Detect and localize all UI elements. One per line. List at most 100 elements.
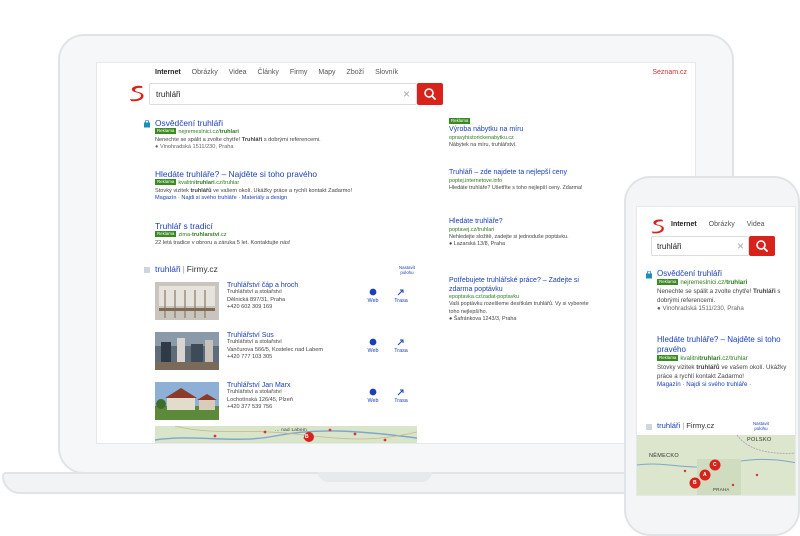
- result-title[interactable]: Hledáte truhláře? – Najděte si toho prav…: [657, 335, 793, 355]
- result-url[interactable]: nejremeslnici.cz/truhlari: [680, 279, 747, 286]
- map-place-label: ... nad Labem: [275, 427, 307, 432]
- ad-address: ● Lazarská 13/8, Praha: [449, 241, 506, 247]
- firmy-section-title[interactable]: truhláři | Firmy.cz: [155, 264, 218, 274]
- ad-badge: Reklama: [449, 118, 471, 124]
- side-ad: Hledáte truhláře? poptavej.cz/truhlari N…: [449, 218, 594, 248]
- nav-internet[interactable]: Internet: [671, 221, 697, 228]
- route-button[interactable]: Trasa: [389, 338, 413, 354]
- seznam-logo-icon[interactable]: [127, 83, 147, 103]
- search-icon: [756, 240, 768, 252]
- side-ad: Truhláři – zde najdete ta nejlepší ceny …: [449, 169, 594, 192]
- ad-title[interactable]: Truhláři – zde najdete ta nejlepší ceny: [449, 169, 594, 178]
- firmy-icon: [144, 267, 150, 273]
- result-url[interactable]: zima-truhlarstvi.cz: [178, 232, 226, 238]
- result-description: 22 letá tradice v obroru a záruka 5 let.…: [155, 239, 291, 246]
- web-button[interactable]: Web: [361, 288, 385, 304]
- business-category: Truhlářství a stolařství: [227, 339, 282, 346]
- nav-videa[interactable]: Videa: [747, 221, 765, 228]
- search-result: Osvědčení truhláři Reklama nejremeslnici.…: [657, 269, 793, 314]
- result-title[interactable]: Osvědčení truhláři: [657, 269, 793, 279]
- ad-url[interactable]: poptej.internetove.info: [449, 178, 594, 185]
- business-address: Vančurova 566/5, Kostelec nad Labem: [227, 346, 323, 353]
- firmy-icon: [646, 424, 652, 430]
- ad-url[interactable]: opravyhistorickenabytku.cz: [449, 135, 594, 142]
- result-url[interactable]: kvalitnitruhlari.cz/truhlar: [680, 355, 747, 362]
- business-category: Truhlářství a stolařství: [227, 289, 282, 296]
- result-url[interactable]: nejremeslnici.cz/truhlari: [178, 129, 239, 135]
- result-title[interactable]: Hledáte truhláře? – Najděte si toho prav…: [155, 169, 425, 179]
- business-photo[interactable]: [155, 332, 219, 370]
- globe-icon: [369, 388, 377, 396]
- web-button[interactable]: Web: [361, 338, 385, 354]
- ad-title[interactable]: Hledáte truhláře?: [449, 218, 594, 227]
- map-city-label: PRAHA: [713, 487, 730, 492]
- ad-title[interactable]: Výroba nábytku na míru: [449, 126, 594, 135]
- map-pin-label: A: [703, 472, 707, 478]
- nav-videa[interactable]: Videa: [229, 69, 247, 76]
- route-button[interactable]: Trasa: [389, 288, 413, 304]
- business-listing: Truhlářství Jan Marx Truhlářství a stola…: [155, 382, 425, 420]
- seznam-logo-icon[interactable]: [649, 217, 667, 235]
- result-title[interactable]: Truhlář s tradicí: [155, 221, 425, 231]
- ad-badge: Reklama: [657, 279, 679, 285]
- nav-obrazky[interactable]: Obrázky: [709, 221, 735, 228]
- shopping-bag-icon: [144, 120, 150, 128]
- nav-firmy[interactable]: Firmy: [290, 69, 308, 76]
- search-input[interactable]: truhláři ×: [149, 83, 417, 105]
- map-pin-label: C: [713, 462, 717, 468]
- firmy-section-title[interactable]: truhláři | Firmy.cz: [657, 421, 714, 430]
- clear-icon[interactable]: ×: [403, 87, 410, 101]
- side-ad: Reklama Výroba nábytku na míru opravyhis…: [449, 118, 594, 149]
- result-title[interactable]: Osvědčení truhláři: [155, 118, 425, 128]
- globe-icon: [369, 288, 377, 296]
- business-photo[interactable]: [155, 382, 219, 420]
- search-result: Osvědčení truhláři Reklama nejremeslnici.…: [155, 118, 425, 152]
- shopping-bag-icon: [646, 271, 652, 279]
- route-button[interactable]: Trasa: [389, 388, 413, 404]
- nav-obrazky[interactable]: Obrázky: [192, 69, 218, 76]
- business-address: Lochotínská 126/45, Plzeň: [227, 396, 293, 403]
- ad-description: Nehledejte složitě, zadejte si jednoduše…: [449, 233, 569, 240]
- nav-internet[interactable]: Internet: [155, 69, 181, 76]
- ad-description: Hledáte truhláře? Ušetříte s toho nejlep…: [449, 184, 583, 191]
- set-location-link[interactable]: Nastavit polohu: [399, 265, 415, 276]
- search-button[interactable]: [749, 236, 775, 256]
- search-category-nav: Internet Obrázky Videa Články Firmy Mapy…: [155, 69, 398, 76]
- business-photo[interactable]: [155, 282, 219, 320]
- business-map[interactable]: B ... nad Labem: [155, 426, 417, 443]
- seznam-home-link[interactable]: Seznam.cz: [652, 69, 687, 76]
- web-button[interactable]: Web: [361, 388, 385, 404]
- ad-badge: Reklama: [155, 231, 177, 237]
- ad-description: Vaši poptávku rozešleme desítkám truhlář…: [449, 301, 589, 315]
- ad-description: Nábytek na míru, truhlářství.: [449, 142, 517, 148]
- result-url[interactable]: kvalitnitruhlari.cz/truhlar: [178, 180, 239, 186]
- business-name[interactable]: Truhlářství Jan Marx: [227, 382, 293, 389]
- set-location-link[interactable]: Nastavit polohu: [753, 421, 769, 432]
- business-address: Dělnická 897/31, Praha: [227, 296, 286, 303]
- search-result: Hledáte truhláře? – Najděte si toho prav…: [657, 335, 793, 390]
- clear-icon[interactable]: ×: [737, 239, 744, 253]
- result-sitelinks[interactable]: Magazín · Najdi si svého truhláře ·: [657, 381, 793, 390]
- nav-clanky[interactable]: Články: [258, 69, 279, 76]
- search-query: truhláři: [657, 242, 682, 251]
- ad-address: ● Šafránkova 1243/3, Praha: [449, 315, 517, 322]
- nav-mapy[interactable]: Mapy: [318, 69, 335, 76]
- ad-title[interactable]: Potřebujete truhlářské práce? – Zadejte …: [449, 277, 594, 294]
- map-pin-label: B: [693, 480, 697, 486]
- business-map[interactable]: POLSKO NĚMECKO PRAHA B A C: [637, 435, 795, 495]
- ad-badge: Reklama: [155, 128, 177, 134]
- result-sitelinks[interactable]: Magazín · Najdi si svého truhláře · Mate…: [155, 195, 425, 203]
- result-description: Stovky vizitek truhlářů ve vašem okolí. …: [155, 187, 353, 194]
- search-input[interactable]: truhláři ×: [651, 236, 749, 256]
- search-result: Hledáte truhláře? – Najděte si toho prav…: [155, 169, 425, 203]
- ad-url[interactable]: poptavej.cz/truhlari: [449, 227, 594, 234]
- search-category-nav: Internet Obrázky Videa: [671, 221, 765, 228]
- nav-zbozi[interactable]: Zboží: [347, 69, 365, 76]
- search-button[interactable]: [417, 83, 443, 105]
- phone-screen: Internet Obrázky Videa truhláři × Osvědč…: [636, 206, 796, 496]
- business-name[interactable]: Truhlářství čáp a hroch: [227, 282, 298, 289]
- business-name[interactable]: Truhlářství Sus: [227, 332, 323, 339]
- laptop-notch: [318, 472, 432, 482]
- nav-slovnik[interactable]: Slovník: [375, 69, 398, 76]
- result-description: Nenechte se spálit a zvolte chytře! Truh…: [155, 136, 321, 143]
